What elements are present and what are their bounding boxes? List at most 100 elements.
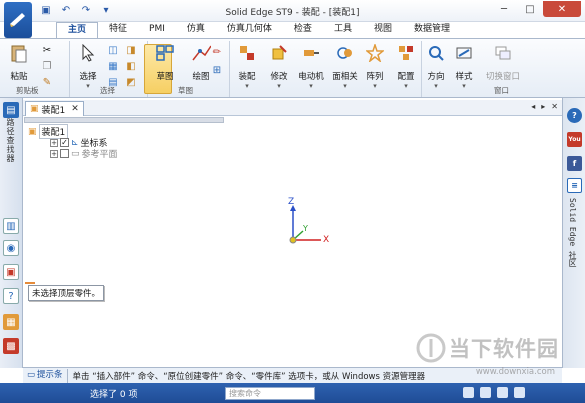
assemble-dropdown-icon[interactable]: ▾ xyxy=(245,82,249,90)
switch-window-label: 切换窗口 xyxy=(486,72,521,82)
quick-access-toolbar: ▣ ↶ ↷ ▾ xyxy=(38,3,114,18)
pattern-label: 阵列 xyxy=(366,72,384,82)
tab-data-management[interactable]: 数据管理 xyxy=(403,22,461,38)
motor-dropdown-icon[interactable]: ▾ xyxy=(309,82,313,90)
pattern-dropdown-icon[interactable]: ▾ xyxy=(373,82,377,90)
expand-icon[interactable]: + xyxy=(50,138,58,147)
cut-icon[interactable]: ✂ xyxy=(40,43,54,57)
pattern-icon xyxy=(365,43,385,63)
select-tool-3-icon[interactable]: ▦ xyxy=(106,59,120,73)
rotate-icon[interactable] xyxy=(514,387,525,398)
help-icon[interactable]: ? xyxy=(567,108,582,123)
face-relate-label: 面相关 xyxy=(332,72,358,82)
format-painter-icon[interactable]: ✎ xyxy=(40,75,54,89)
face-relate-button[interactable]: 面相关 ▾ xyxy=(328,41,362,90)
clipboard-group-label: 剪贴板 xyxy=(16,86,39,95)
help-panel-icon[interactable]: ? xyxy=(3,288,19,304)
tab-inspect[interactable]: 检查 xyxy=(283,22,323,38)
expand-icon[interactable]: + xyxy=(50,149,58,158)
style-dropdown-icon[interactable]: ▾ xyxy=(462,82,466,90)
assemble-icon xyxy=(237,43,257,63)
tab-features[interactable]: 特征 xyxy=(98,22,138,38)
zoom-icon[interactable] xyxy=(463,387,474,398)
sketch-tool-icon[interactable]: ⊞ xyxy=(210,63,224,77)
tree-root-label: 装配1 xyxy=(38,124,69,139)
configure-button[interactable]: 配置 ▾ xyxy=(389,41,423,90)
tab-home[interactable]: 主页 xyxy=(56,22,99,38)
watermark-logo-icon xyxy=(416,333,446,363)
draw-label: 绘图 xyxy=(192,72,210,82)
select-tool-6-icon[interactable]: ◩ xyxy=(124,75,138,89)
switch-window-button[interactable]: 切换窗口 xyxy=(486,41,520,82)
tab-tools[interactable]: 工具 xyxy=(323,22,363,38)
pan-icon[interactable] xyxy=(497,387,508,398)
visibility-checkbox[interactable] xyxy=(60,149,69,158)
tab-pmi[interactable]: PMI xyxy=(138,22,176,38)
tab-view[interactable]: 视图 xyxy=(363,22,403,38)
configure-group: 配置 ▾ xyxy=(390,41,422,97)
facebook-icon[interactable]: f xyxy=(567,156,582,171)
select-group: 选择 ▾ ◫ ◨ ▦ ◧ ▤ ◩ 选择 xyxy=(70,41,172,97)
pattern-group: 阵列 ▾ xyxy=(360,41,390,97)
assembly-doc-icon: ▣ xyxy=(30,104,39,114)
visibility-checkbox[interactable]: ✓ xyxy=(60,138,69,147)
graphics-window[interactable]: ▣ 装配1 + ✓ ⊾ 坐标系 + ▭ 参考平面 Z X Y 未选择顶层零件。 xyxy=(23,117,562,367)
select-label: 选择 xyxy=(79,72,97,82)
select-button[interactable]: 选择 ▾ xyxy=(71,41,105,90)
orient-dropdown-icon[interactable]: ▾ xyxy=(434,82,438,90)
family-icon[interactable]: ▩ xyxy=(3,338,19,354)
sketch-label: 草图 xyxy=(156,72,174,82)
paste-button[interactable]: 粘贴 xyxy=(2,41,36,82)
style-label: 样式 xyxy=(455,72,473,82)
sensors-icon[interactable]: ◉ xyxy=(3,240,19,256)
community-icon[interactable]: ≡ xyxy=(567,178,582,193)
maximize-button[interactable]: □ xyxy=(517,1,543,17)
configure-dropdown-icon[interactable]: ▾ xyxy=(404,82,408,90)
modify-button[interactable]: 修改 ▾ xyxy=(262,41,296,90)
assemble-button[interactable]: 装配 ▾ xyxy=(230,41,264,90)
close-tab-icon[interactable]: ✕ xyxy=(71,104,79,114)
copy-icon[interactable]: ❐ xyxy=(40,59,54,73)
community-vertical-label: Solid Edge 社区 xyxy=(568,198,577,267)
command-search-input[interactable]: 搜索命令 xyxy=(225,387,315,400)
face-relate-icon xyxy=(335,43,355,63)
watermark-text: 当下软件园 xyxy=(449,337,559,361)
assembly-icon: ▣ xyxy=(28,126,37,137)
select-dropdown-icon[interactable]: ▾ xyxy=(86,82,90,90)
close-button[interactable]: ✕ xyxy=(543,1,581,17)
layers-icon[interactable]: ▥ xyxy=(3,218,19,234)
app-menu-button[interactable] xyxy=(4,2,32,38)
scroll-left-icon[interactable]: ◂ xyxy=(531,102,535,111)
sketch-button[interactable]: 草图 xyxy=(148,41,182,82)
redo-icon[interactable]: ↷ xyxy=(78,3,94,18)
prompt-text: 单击 “插入部件” 命令、“原位创建零件” 命令、“零件库” 选项卡，或从 Wi… xyxy=(72,371,426,382)
prompt-bar-button[interactable]: ▭ 提示条 xyxy=(23,368,68,383)
scroll-right-icon[interactable]: ▸ xyxy=(541,102,545,111)
youtube-icon[interactable]: You xyxy=(567,132,582,147)
tab-simulation[interactable]: 仿真 xyxy=(176,22,216,38)
tree-item-reference-planes[interactable]: + ▭ 参考平面 xyxy=(50,148,118,160)
pattern-button[interactable]: 阵列 ▾ xyxy=(358,41,392,90)
pathfinder-icon[interactable]: ▤ xyxy=(3,102,19,118)
face-relate-dropdown-icon[interactable]: ▾ xyxy=(343,82,347,90)
select-tool-2-icon[interactable]: ◨ xyxy=(124,43,138,57)
select-tool-4-icon[interactable]: ◧ xyxy=(124,59,138,73)
minimize-button[interactable]: ─ xyxy=(491,1,517,17)
save-icon[interactable]: ▣ xyxy=(38,3,54,18)
style-button[interactable]: 样式 ▾ xyxy=(447,41,481,90)
selection-status: 选择了 0 项 xyxy=(90,389,138,400)
qat-dropdown-icon[interactable]: ▾ xyxy=(98,3,114,18)
undo-icon[interactable]: ↶ xyxy=(58,3,74,18)
document-tab-strip: ▣ 装配1 ✕ ◂ ▸ ✕ xyxy=(23,100,562,116)
motor-button[interactable]: 电动机 ▾ xyxy=(294,41,328,90)
parts-icon[interactable]: ▦ xyxy=(3,314,19,330)
face-relate-group: 面相关 ▾ xyxy=(328,41,360,97)
document-tab[interactable]: ▣ 装配1 ✕ xyxy=(25,101,84,116)
tab-close-all-icon[interactable]: ✕ xyxy=(551,102,558,111)
modify-dropdown-icon[interactable]: ▾ xyxy=(277,82,281,90)
pencil-icon[interactable]: ✏ xyxy=(210,45,224,59)
library-icon[interactable]: ▣ xyxy=(3,264,19,280)
fit-icon[interactable] xyxy=(480,387,491,398)
tab-simulation-geometry[interactable]: 仿真几何体 xyxy=(216,22,283,38)
select-tool-1-icon[interactable]: ◫ xyxy=(106,43,120,57)
